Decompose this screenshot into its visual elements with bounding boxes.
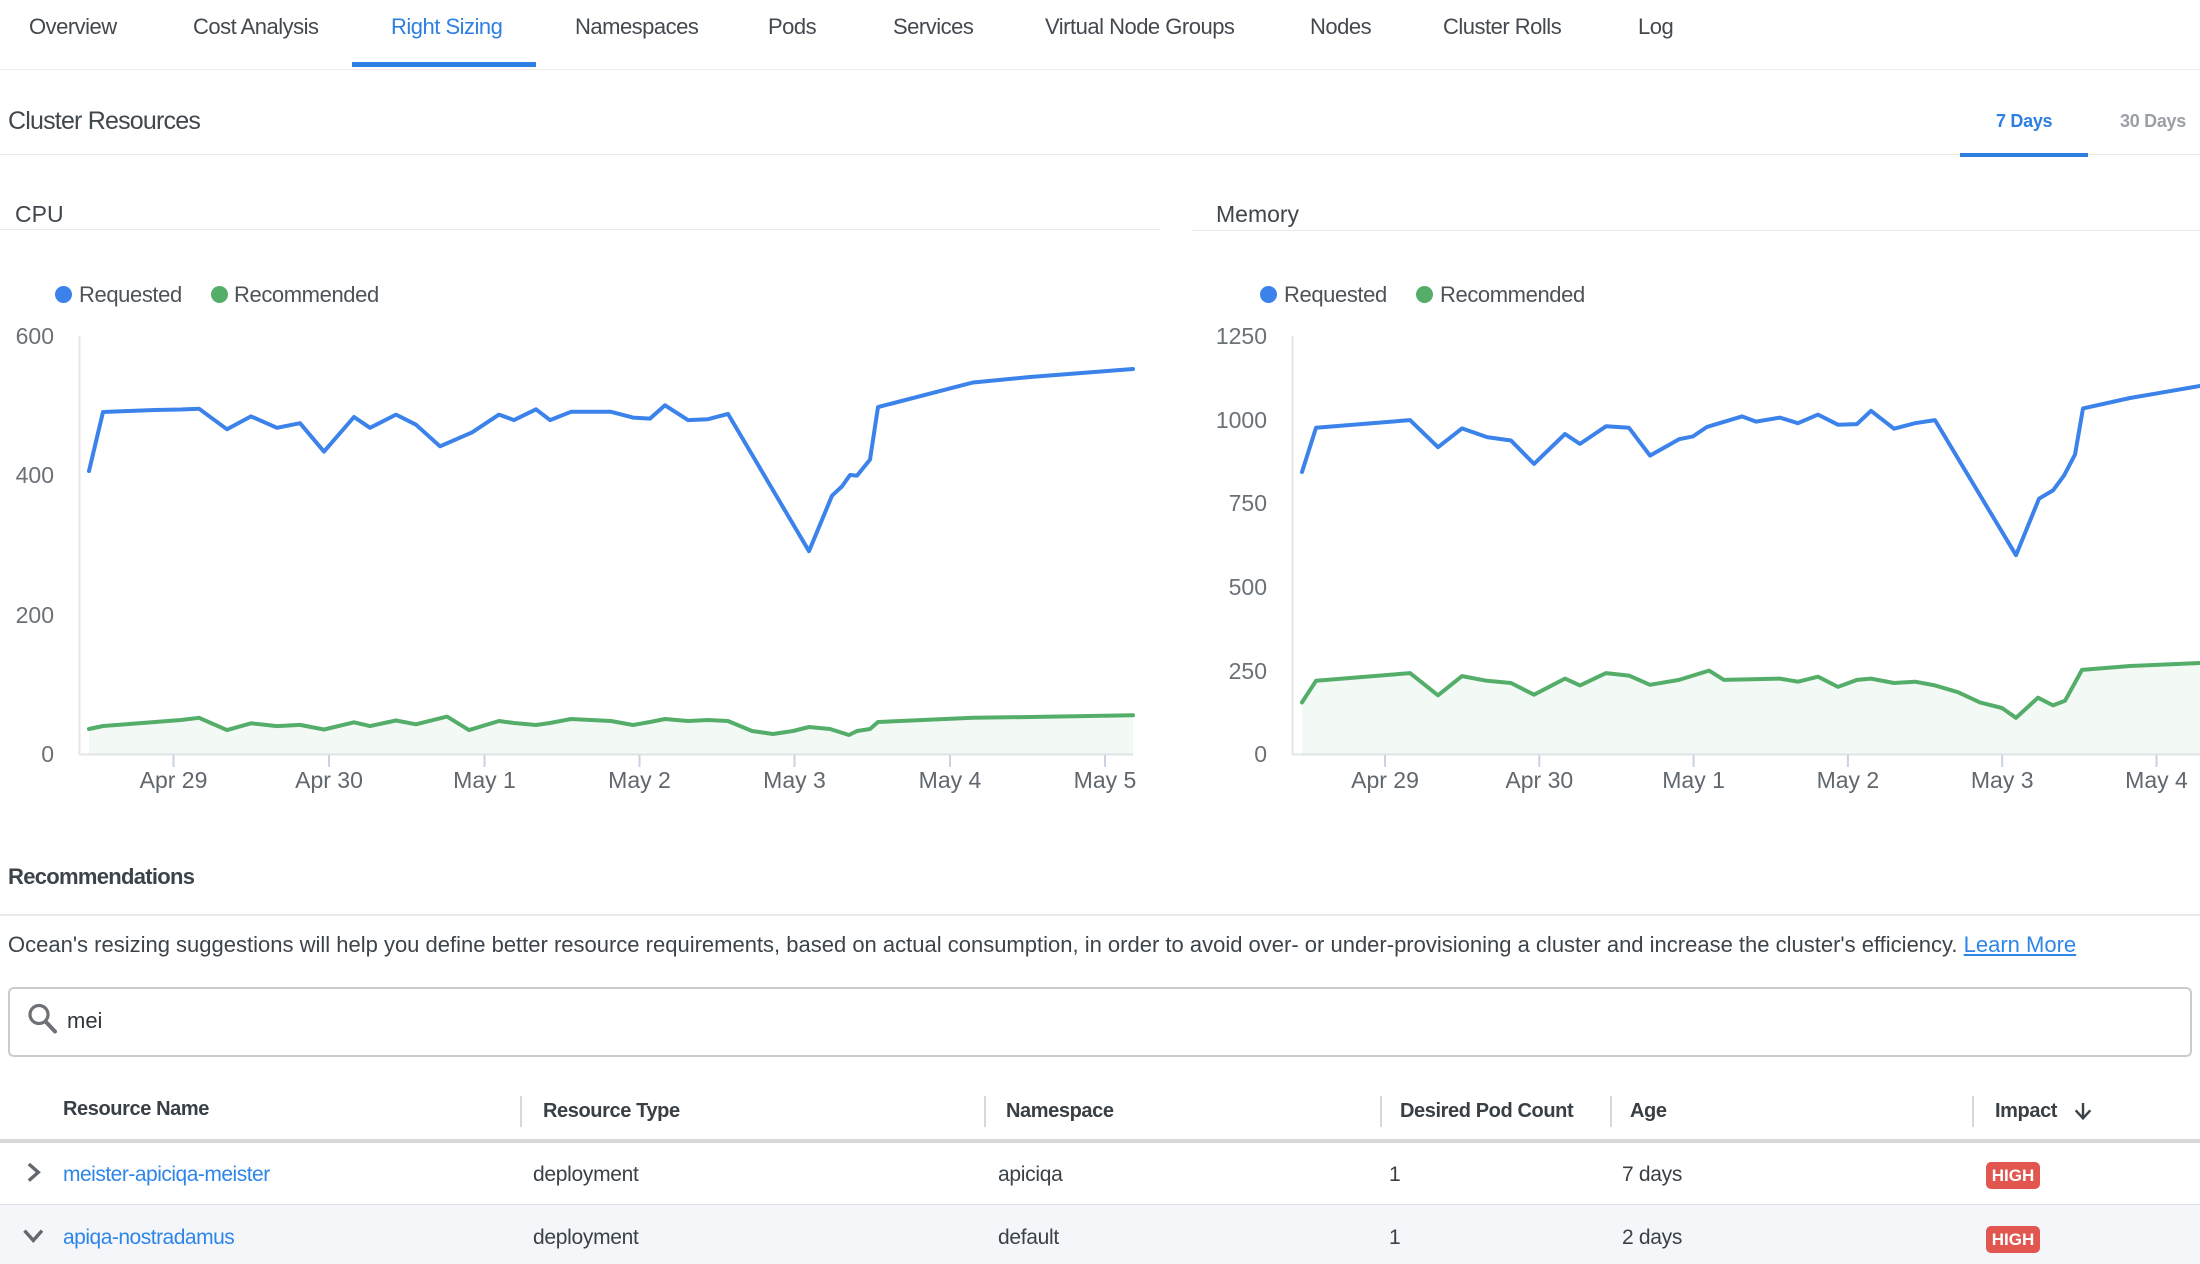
svg-text:500: 500	[1229, 574, 1267, 600]
svg-text:May 1: May 1	[453, 767, 516, 793]
svg-text:0: 0	[41, 741, 54, 767]
svg-text:400: 400	[16, 462, 54, 488]
svg-text:1000: 1000	[1216, 407, 1267, 433]
svg-text:0: 0	[1254, 741, 1267, 767]
svg-text:250: 250	[1229, 658, 1267, 684]
svg-text:May 2: May 2	[1817, 767, 1880, 793]
svg-text:Apr 29: Apr 29	[1351, 767, 1419, 793]
svg-text:May 1: May 1	[1662, 767, 1725, 793]
svg-text:Apr 29: Apr 29	[140, 767, 208, 793]
svg-text:Apr 30: Apr 30	[295, 767, 363, 793]
svg-text:750: 750	[1229, 490, 1267, 516]
svg-text:May 4: May 4	[919, 767, 982, 793]
svg-text:May 3: May 3	[1971, 767, 2034, 793]
svg-text:May 2: May 2	[608, 767, 671, 793]
svg-text:1250: 1250	[1216, 323, 1267, 349]
svg-text:Apr 30: Apr 30	[1505, 767, 1573, 793]
svg-text:600: 600	[16, 323, 54, 349]
svg-text:May 4: May 4	[2125, 767, 2188, 793]
svg-text:May 3: May 3	[763, 767, 826, 793]
svg-text:May 5: May 5	[1074, 767, 1137, 793]
svg-text:200: 200	[16, 602, 54, 628]
